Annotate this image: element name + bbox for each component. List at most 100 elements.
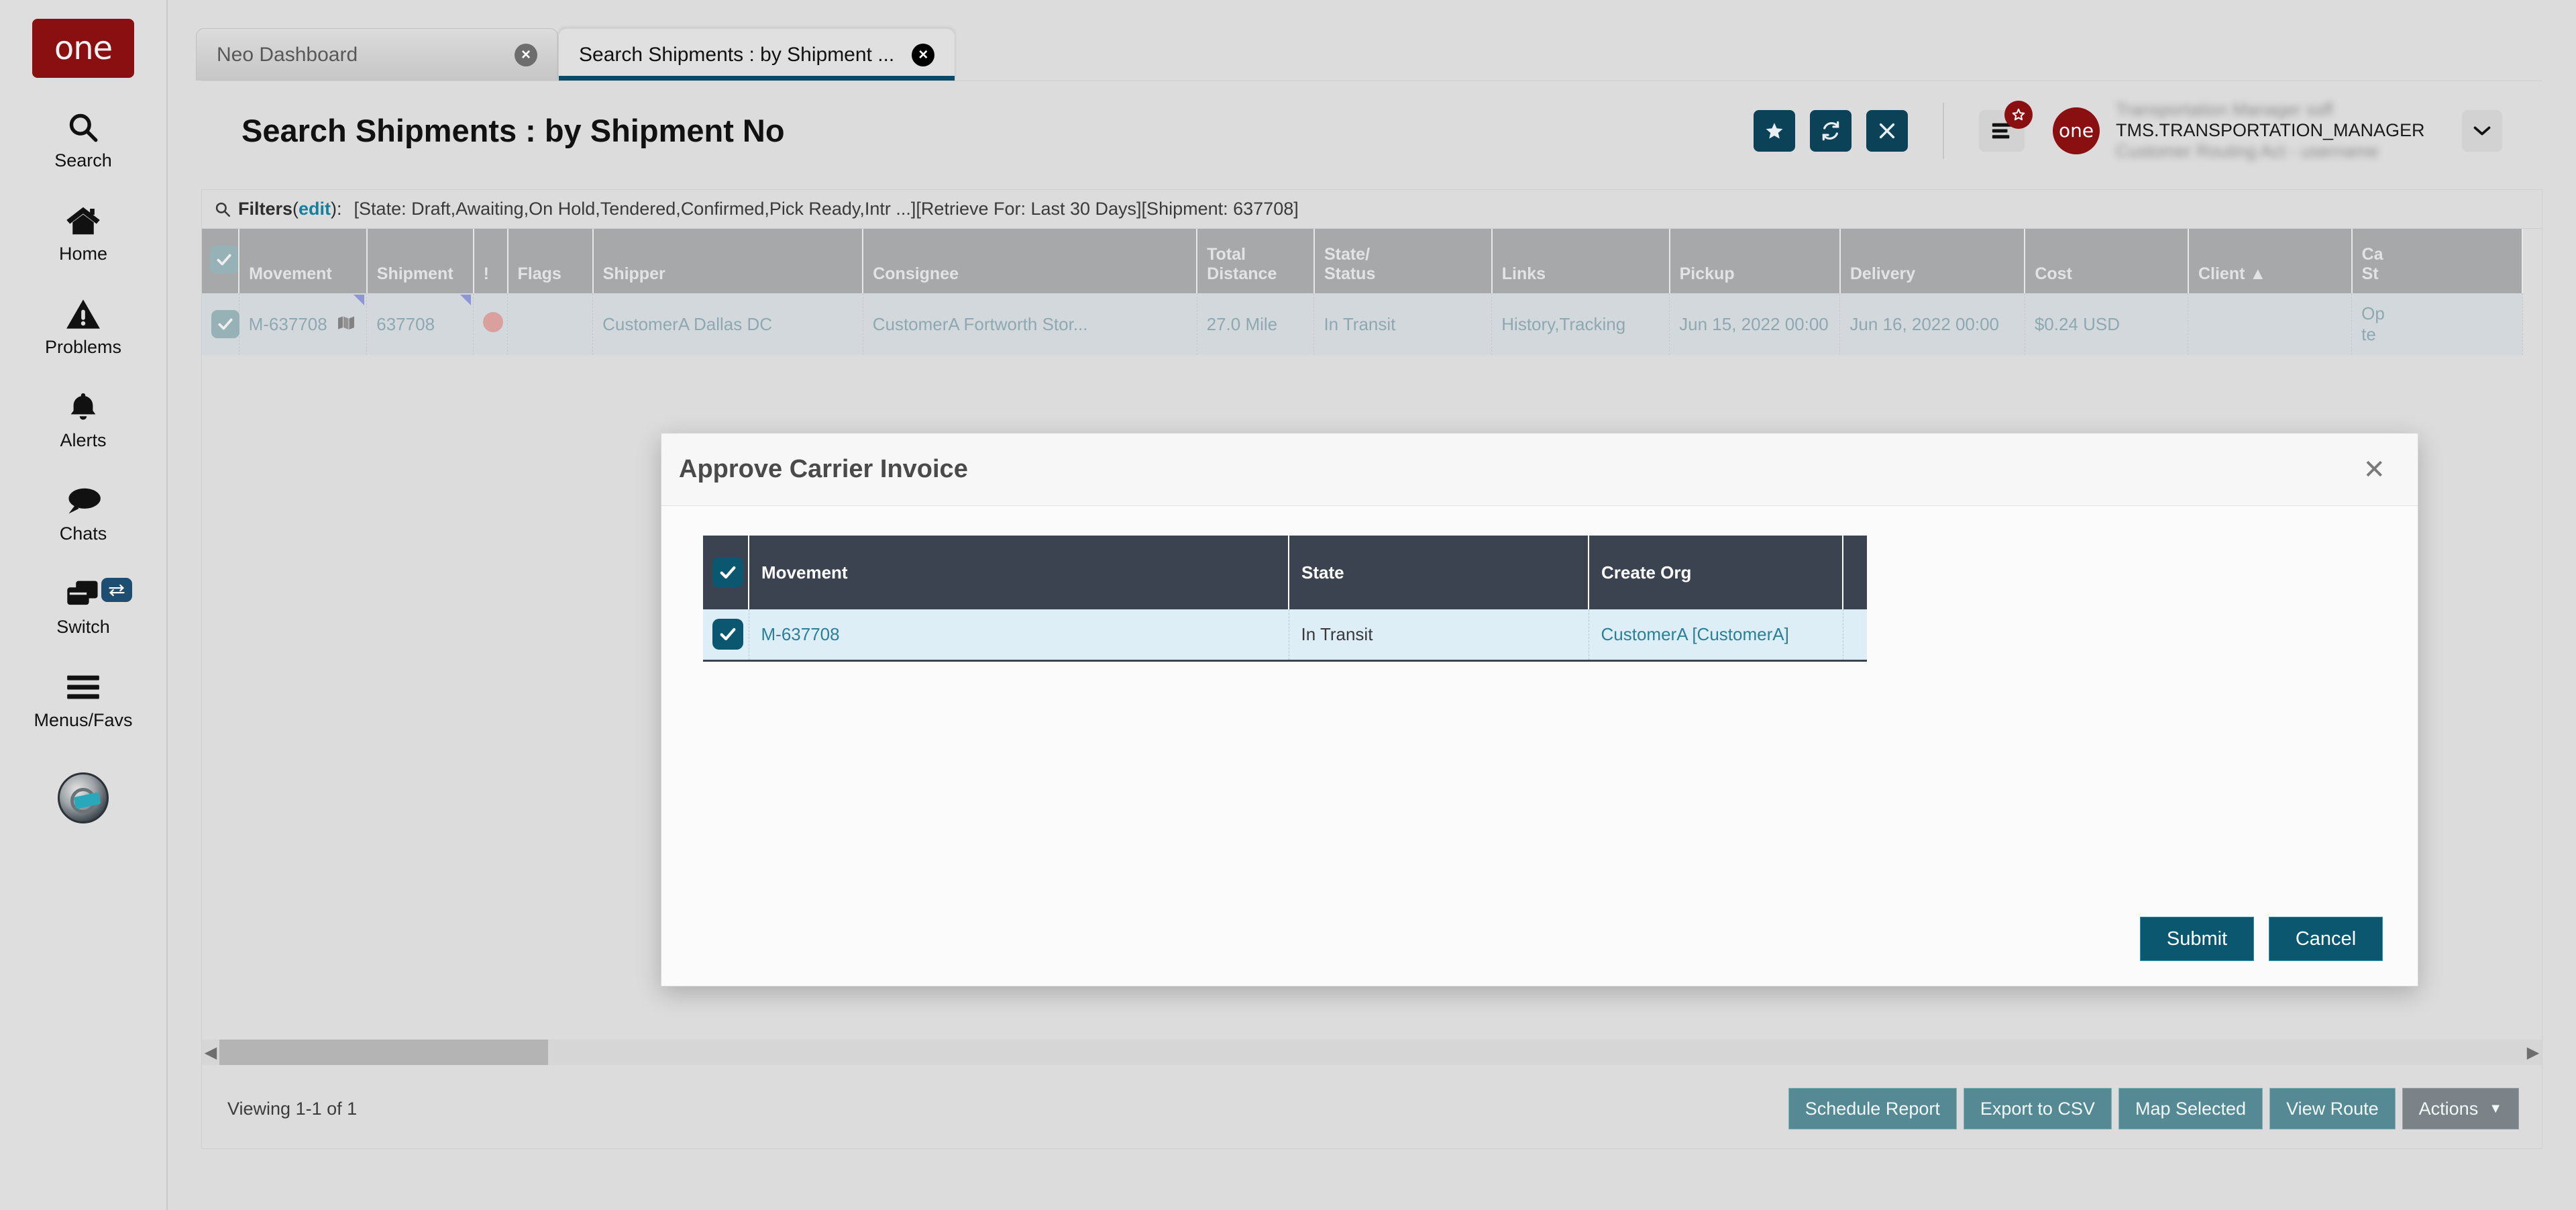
column-header-consignee[interactable]: Consignee: [863, 229, 1197, 293]
modal-select-all-checkbox[interactable]: [712, 557, 743, 588]
column-header-delivery[interactable]: Delivery: [1840, 229, 2025, 293]
map-icon[interactable]: [337, 314, 355, 334]
column-header-carrier-status[interactable]: Ca St: [2352, 229, 2522, 293]
sidebar-item-menus-favs[interactable]: Menus/Favs: [0, 668, 167, 731]
header-divider: [1943, 103, 1944, 159]
column-header-state-status[interactable]: State/ Status: [1314, 229, 1492, 293]
results-grid: Movement Shipment ! Flags Shipper Consig…: [202, 229, 2542, 355]
caret-down-icon: ▼: [2489, 1101, 2502, 1117]
one-network-logo[interactable]: one: [32, 19, 134, 78]
modal-cell-movement[interactable]: M-637708: [749, 609, 1289, 660]
cell-movement[interactable]: M-637708: [239, 293, 367, 355]
one-network-user-logo: one: [2053, 107, 2100, 154]
modal-column-header-create-org[interactable]: Create Org: [1589, 536, 1843, 609]
tab-search-shipments[interactable]: Search Shipments : by Shipment ... ×: [558, 28, 955, 81]
tab-label: Search Shipments : by Shipment ...: [579, 44, 894, 66]
viewing-count: Viewing 1-1 of 1: [227, 1099, 357, 1119]
column-header-client[interactable]: Client ▲: [2188, 229, 2352, 293]
table-header-row: Movement Shipment ! Flags Shipper Consig…: [202, 229, 2522, 293]
select-all-checkbox[interactable]: [210, 246, 238, 274]
modal-column-header-spacer: [1843, 536, 1867, 609]
close-icon[interactable]: ✕: [2363, 456, 2385, 483]
sidebar-item-home[interactable]: Home: [0, 202, 167, 264]
sidebar-item-chats[interactable]: Chats: [0, 482, 167, 544]
column-header-movement[interactable]: Movement: [239, 229, 367, 293]
footer-buttons: Schedule Report Export to CSV Map Select…: [1788, 1088, 2519, 1129]
column-header-total-distance[interactable]: Total Distance: [1197, 229, 1314, 293]
cell-shipment[interactable]: 637708: [367, 293, 474, 355]
row-select-cell: [202, 293, 239, 355]
scroll-right-arrow[interactable]: ▶: [2524, 1043, 2542, 1062]
left-sidebar: one Search Home: [0, 0, 168, 1210]
column-header-flags[interactable]: Flags: [508, 229, 593, 293]
refresh-button[interactable]: [1810, 110, 1851, 152]
chevron-down-icon[interactable]: [2462, 110, 2502, 152]
sidebar-item-alerts[interactable]: Alerts: [0, 389, 167, 451]
close-icon[interactable]: ×: [515, 44, 537, 66]
submit-button[interactable]: Submit: [2140, 917, 2254, 961]
movement-link[interactable]: M-637708: [249, 314, 327, 334]
sidebar-item-label: Alerts: [60, 430, 106, 451]
avatar[interactable]: [58, 772, 109, 823]
column-header-shipper[interactable]: Shipper: [593, 229, 863, 293]
home-icon: [65, 202, 101, 240]
warning-triangle-icon: [66, 295, 101, 333]
tab-neo-dashboard[interactable]: Neo Dashboard ×: [196, 28, 558, 81]
page-header: Search Shipments : by Shipment No: [201, 81, 2542, 180]
actions-button[interactable]: Actions ▼: [2402, 1088, 2519, 1129]
modal-table-row[interactable]: M-637708 In Transit CustomerA [CustomerA…: [703, 609, 1867, 660]
modal-movements-table: Movement State Create Org: [703, 536, 1867, 662]
modal-header-row: Movement State Create Org: [703, 536, 1867, 609]
menus-favs-button[interactable]: [1979, 110, 2025, 152]
cell-cost: $0.24 USD: [2025, 293, 2188, 355]
modal-column-header-state[interactable]: State: [1289, 536, 1589, 609]
favorite-button[interactable]: [1754, 110, 1795, 152]
table-row[interactable]: M-637708 637708: [202, 293, 2522, 355]
close-page-button[interactable]: [1866, 110, 1908, 152]
hamburger-icon: [66, 668, 101, 706]
scrollbar-track[interactable]: [219, 1040, 2524, 1065]
modal-row-checkbox[interactable]: [712, 619, 743, 650]
filters-edit-link[interactable]: edit: [299, 199, 331, 219]
bell-icon: [67, 389, 99, 426]
user-menu[interactable]: one Transportation Manager ssff TMS.TRAN…: [2053, 99, 2438, 162]
scroll-left-arrow[interactable]: ◀: [202, 1043, 219, 1062]
column-header-pickup[interactable]: Pickup: [1670, 229, 1840, 293]
select-all-header: [202, 229, 239, 293]
cell-pickup: Jun 15, 2022 00:00: [1670, 293, 1840, 355]
horizontal-scrollbar[interactable]: ◀ ▶: [202, 1040, 2542, 1065]
panel-footer: Viewing 1-1 of 1 Schedule Report Export …: [202, 1069, 2542, 1148]
sidebar-item-search[interactable]: Search: [0, 109, 167, 171]
user-sub-line: Customer Routing Act - username: [2116, 141, 2438, 162]
header-actions: one Transportation Manager ssff TMS.TRAN…: [1754, 99, 2502, 162]
sidebar-item-problems[interactable]: Problems: [0, 295, 167, 358]
column-header-cost[interactable]: Cost: [2025, 229, 2188, 293]
actions-label: Actions: [2419, 1099, 2479, 1119]
filters-colon: ):: [331, 199, 342, 219]
cell-links[interactable]: History,Tracking: [1492, 293, 1670, 355]
modal-cell-create-org[interactable]: CustomerA [CustomerA]: [1589, 609, 1843, 660]
modal-cell-state: In Transit: [1289, 609, 1589, 660]
user-logo-text: one: [2059, 119, 2094, 142]
map-selected-button[interactable]: Map Selected: [2118, 1088, 2263, 1129]
corner-flag-icon: [354, 295, 364, 305]
export-to-csv-button[interactable]: Export to CSV: [1964, 1088, 2112, 1129]
logo-text: one: [54, 30, 112, 67]
close-icon[interactable]: ×: [912, 44, 934, 66]
cancel-button[interactable]: Cancel: [2269, 917, 2383, 961]
column-header-links[interactable]: Links: [1492, 229, 1670, 293]
swap-arrows-icon[interactable]: [101, 578, 132, 602]
sidebar-item-label: Search: [54, 150, 112, 171]
cell-client: [2188, 293, 2352, 355]
shipment-link[interactable]: 637708: [376, 314, 435, 334]
sidebar-item-switch[interactable]: Switch: [0, 575, 167, 638]
cell-shipper: CustomerA Dallas DC: [593, 293, 863, 355]
column-header-alert[interactable]: !: [474, 229, 508, 293]
schedule-report-button[interactable]: Schedule Report: [1788, 1088, 1957, 1129]
application-window: one Search Home: [0, 0, 2576, 1210]
scrollbar-thumb[interactable]: [219, 1040, 548, 1065]
column-header-shipment[interactable]: Shipment: [367, 229, 474, 293]
row-checkbox[interactable]: [211, 310, 239, 338]
modal-column-header-movement[interactable]: Movement: [749, 536, 1289, 609]
view-route-button[interactable]: View Route: [2269, 1088, 2396, 1129]
